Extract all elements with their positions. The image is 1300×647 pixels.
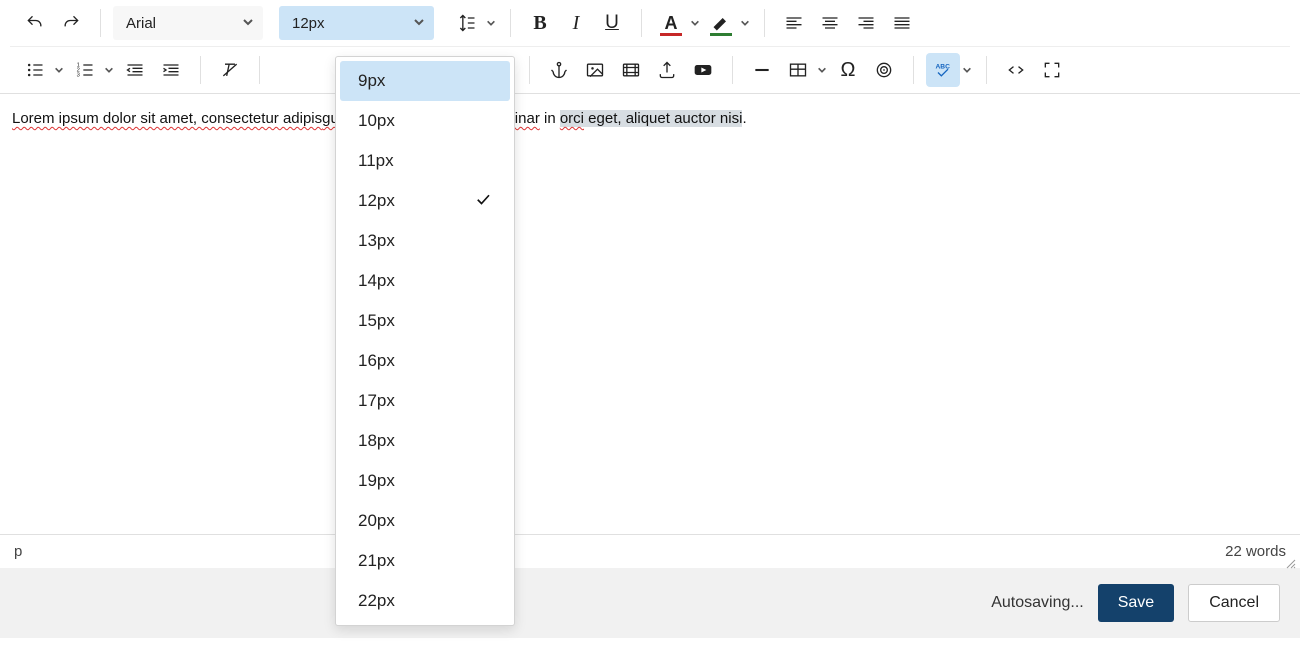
font-size-option-label: 19px [358,471,395,491]
font-size-option-label: 22px [358,591,395,611]
font-size-option[interactable]: 19px [340,461,510,501]
font-size-label: 12px [292,15,325,32]
toolbar-row-2: 123 [10,46,1290,93]
code-view-button[interactable] [999,53,1033,87]
font-family-select[interactable]: Arial [113,6,263,40]
font-size-option[interactable]: 12px [340,181,510,221]
font-size-select[interactable]: 12px [279,6,434,40]
ordered-list-button[interactable]: 123 [68,53,102,87]
font-size-option-label: 13px [358,231,395,251]
fullscreen-button[interactable] [1035,53,1069,87]
word-count: 22 words [1225,543,1286,560]
text-segment: in [540,110,560,127]
table-button[interactable] [781,53,815,87]
font-size-option-label: 20px [358,511,395,531]
chevron-down-icon[interactable] [960,53,974,87]
resize-grip-icon[interactable] [1286,556,1296,566]
highlight-color-button[interactable] [704,6,738,40]
selected-text: orci [560,110,584,127]
autosave-status: Autosaving... [991,594,1084,612]
check-icon [474,190,492,213]
font-size-option[interactable]: 14px [340,261,510,301]
spellcheck-button[interactable]: ABC [926,53,960,87]
svg-text:3: 3 [77,73,80,79]
font-size-option[interactable]: 15px [340,301,510,341]
editor-content[interactable]: Lorem ipsum dolor sit amet, consectetur … [0,94,1300,534]
toolbar-row-1: Arial 12px B I U [10,6,1290,46]
font-size-option-label: 11px [358,151,394,171]
special-char-button[interactable]: Ω [831,53,865,87]
italic-button[interactable]: I [559,6,593,40]
video-button[interactable] [614,53,648,87]
horizontal-rule-button[interactable] [745,53,779,87]
upload-button[interactable] [650,53,684,87]
font-size-option[interactable]: 16px [340,341,510,381]
chevron-down-icon[interactable] [738,6,752,40]
font-size-option[interactable]: 13px [340,221,510,261]
clear-formatting-button[interactable] [213,53,247,87]
unordered-list-button[interactable] [18,53,52,87]
status-bar: p 22 words [0,534,1300,568]
font-size-option[interactable]: 21px [340,541,510,581]
align-justify-button[interactable] [885,6,919,40]
text-segment: . [742,110,746,127]
font-size-option-label: 16px [358,351,395,371]
youtube-button[interactable] [686,53,720,87]
font-size-option-label: 10px [358,111,395,131]
font-size-option[interactable]: 20px [340,501,510,541]
editor-toolbar: Arial 12px B I U [0,0,1300,94]
text-segment: Lorem ipsum dolor sit amet, consectetur … [12,110,322,127]
line-height-button[interactable] [450,6,484,40]
font-size-option-label: 21px [358,551,395,571]
font-size-option[interactable]: 22px [340,581,510,621]
chevron-down-icon [242,15,254,32]
font-size-option[interactable]: 9px [340,61,510,101]
text-color-button[interactable]: A [654,6,688,40]
font-size-dropdown[interactable]: 9px 10px 11px 12px 13px 14px 15px 16px 17px 18px 1… [335,56,515,626]
align-center-button[interactable] [813,6,847,40]
footer-bar: Autosaving... Save Cancel [0,568,1300,638]
save-button[interactable]: Save [1098,584,1174,622]
redo-button[interactable] [54,6,88,40]
element-path[interactable]: p [14,543,22,560]
cancel-button[interactable]: Cancel [1188,584,1280,622]
underline-button[interactable]: U [595,6,629,40]
font-size-option[interactable]: 11px [340,141,510,181]
font-size-option-label: 18px [358,431,395,451]
chevron-down-icon[interactable] [52,53,66,87]
align-right-button[interactable] [849,6,883,40]
chevron-down-icon[interactable] [815,53,829,87]
font-size-option-label: 9px [358,71,385,91]
chevron-down-icon[interactable] [484,6,498,40]
selected-text: eget, aliquet auctor nisi [584,110,742,127]
outdent-button[interactable] [118,53,152,87]
text-color-swatch [660,33,682,36]
align-left-button[interactable] [777,6,811,40]
font-size-option-label: 15px [358,311,395,331]
font-size-option-label: 14px [358,271,395,291]
font-size-option[interactable]: 17px [340,381,510,421]
undo-button[interactable] [18,6,52,40]
font-size-option-label: 17px [358,391,395,411]
font-family-label: Arial [126,15,156,32]
image-button[interactable] [578,53,612,87]
chevron-down-icon [413,15,425,32]
indent-button[interactable] [154,53,188,87]
anchor-button[interactable] [542,53,576,87]
font-size-option[interactable]: 18px [340,421,510,461]
font-size-option-label: 12px [358,191,395,211]
chevron-down-icon[interactable] [102,53,116,87]
target-button[interactable] [867,53,901,87]
chevron-down-icon[interactable] [688,6,702,40]
highlight-color-swatch [710,33,732,36]
font-size-option[interactable]: 10px [340,101,510,141]
bold-button[interactable]: B [523,6,557,40]
